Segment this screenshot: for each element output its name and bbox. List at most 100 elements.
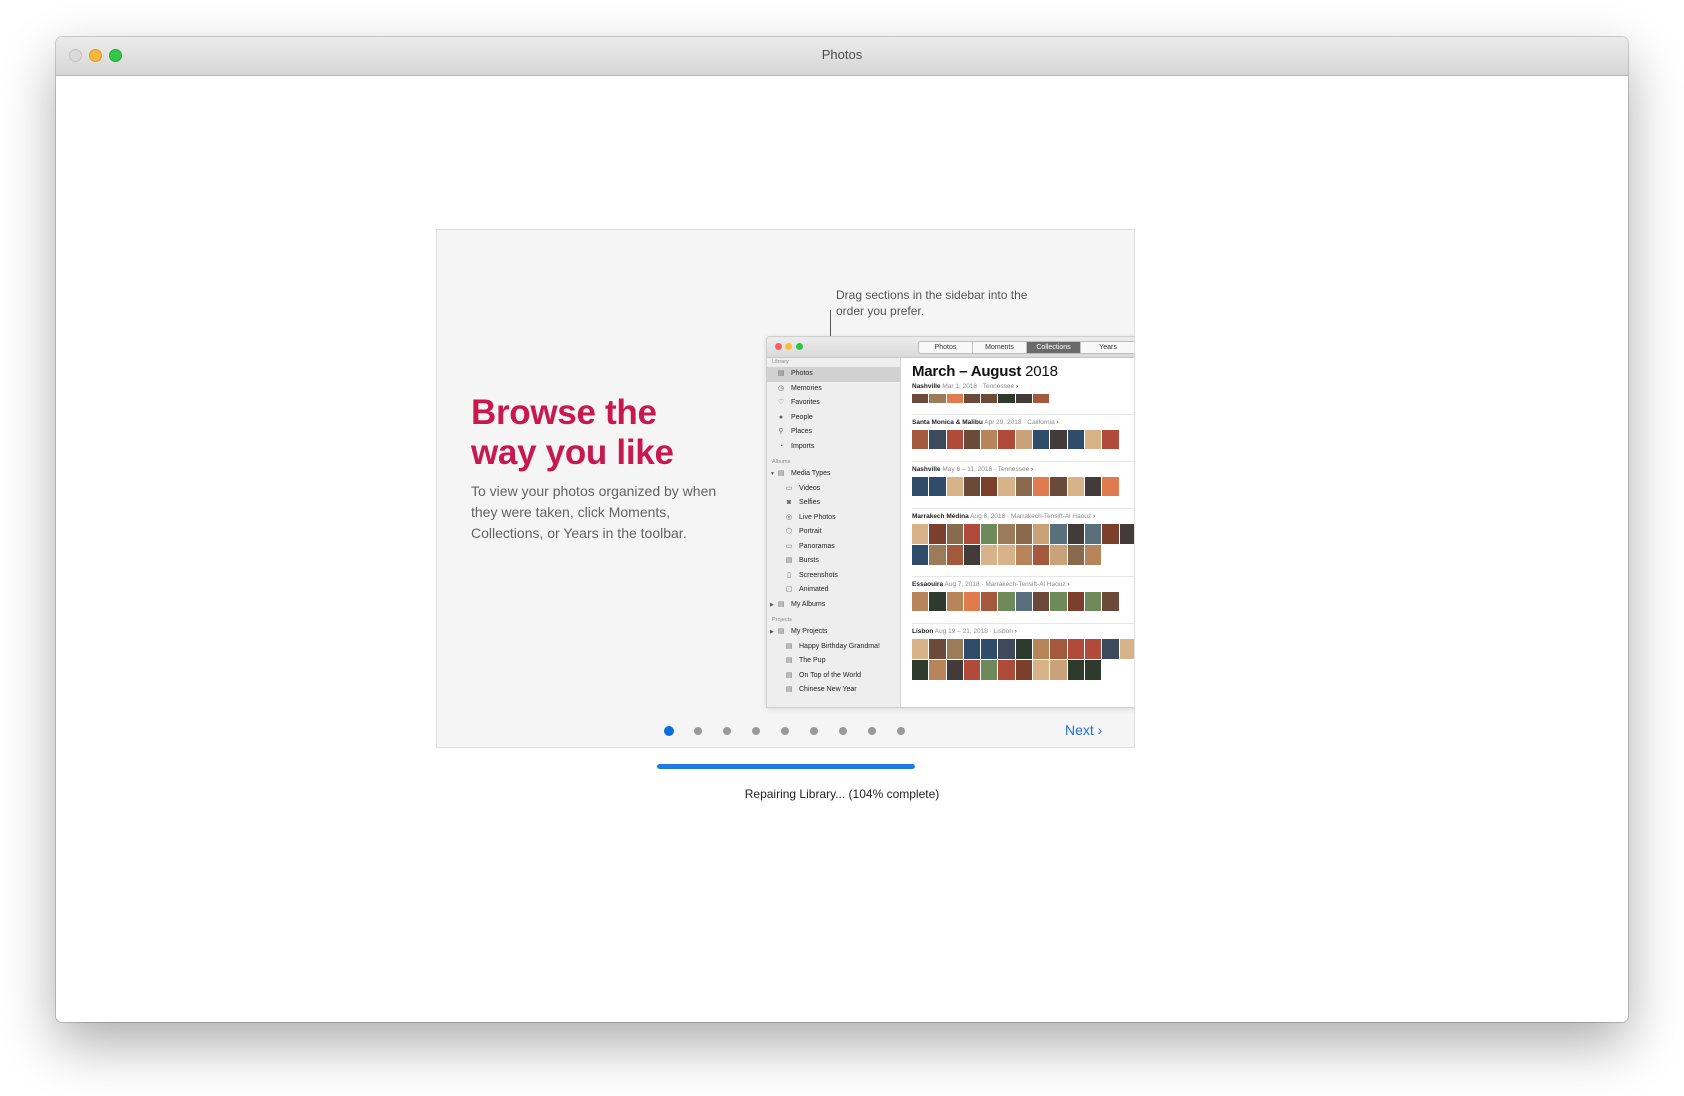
photo-thumbnail [1102, 477, 1119, 496]
illustration-sidebar-item: ▤ On Top of the World [767, 669, 900, 684]
photo-thumbnail [929, 430, 946, 449]
live-photo-icon: ◎ [785, 513, 793, 521]
photo-thumbnail [963, 545, 981, 565]
onboarding-description: To view your photos organized by when th… [471, 483, 717, 541]
photo-thumbnail [1050, 430, 1067, 449]
photo-thumbnail [946, 545, 963, 565]
illustration-sidebar-label: Animated [799, 586, 829, 593]
moment-name: Nashville [912, 466, 941, 473]
moment-section: Lisbon Aug 19 – 21, 2018 · Lisbon › [912, 627, 1134, 680]
moment-date: Mar 1, 2018 · [940, 383, 983, 390]
page-dot[interactable] [868, 727, 876, 735]
photo-thumbnail [929, 545, 946, 565]
chevron-right-icon: › [1056, 419, 1059, 426]
bursts-icon: ▤ [785, 557, 793, 564]
illustration-sidebar-label: Portrait [799, 528, 822, 535]
moment-section: Essaouira Aug 7, 2018 · Marrakech-Tensif… [912, 580, 1134, 611]
illustration-sidebar-item: ▤ Chinese New Year [767, 683, 900, 698]
photo-strip [912, 592, 1134, 611]
photo-thumbnail [929, 394, 946, 403]
page-dot[interactable] [664, 726, 674, 736]
page-dot[interactable] [897, 727, 905, 735]
illustration-sidebar-label: Happy Birthday Grandma! [799, 642, 880, 650]
illustration-view-tabs: Photos Moments Collections Years [918, 341, 1134, 354]
disclosure-right-icon: ▶ [770, 601, 774, 608]
illustration-sidebar-label: Photos [791, 370, 813, 377]
illustration-minimize-dot [785, 343, 792, 350]
illustration-sidebar-item: ▭ Panoramas [767, 540, 900, 555]
photo-thumbnail [1015, 430, 1033, 449]
disclosure-right-icon: ▶ [770, 629, 774, 635]
moment-header: Santa Monica & Malibu Apr 29, 2018 · Cal… [912, 418, 1134, 428]
photo-thumbnail [1067, 639, 1084, 659]
photo-thumbnail [1102, 430, 1119, 449]
repair-progress-text: Repairing Library... (104% complete) [744, 787, 940, 801]
illustration-sidebar-label: Bursts [799, 557, 819, 564]
page-dot[interactable] [752, 727, 760, 735]
illustration-sidebar-item: ▯ Screenshots [767, 569, 900, 584]
photo-thumbnail [1050, 477, 1067, 496]
photos-app-illustration: Photos Moments Collections Years Library ▤ Ph… [766, 336, 1134, 708]
photo-thumbnail [1033, 524, 1050, 544]
screenshot-icon: ▯ [787, 571, 791, 579]
photo-thumbnail [929, 639, 946, 659]
moment-place: California [1027, 419, 1057, 426]
moment-section: Nashville Mar 1, 2018 · Tennessee › [912, 382, 1134, 403]
photo-thumbnail [1050, 524, 1067, 544]
next-button[interactable]: Next › [1065, 722, 1102, 738]
illustration-sidebar-heading: Library [772, 359, 789, 365]
photo-thumbnail [929, 524, 946, 544]
cube-icon: ⬡ [785, 528, 793, 535]
illustration-sidebar-item: ▼ ▤ Media Types [767, 467, 900, 482]
photo-thumbnail [981, 477, 998, 496]
memories-icon: ◷ [777, 384, 785, 392]
pin-icon: ⚲ [778, 428, 784, 435]
onboarding-card: Browse the way you like To view your pho… [436, 229, 1135, 748]
moment-place: Marrakech-Tensift-Al Haouz [985, 581, 1068, 588]
illustration-heading-year: 2018 [1025, 363, 1058, 380]
panorama-icon: ▭ [785, 542, 793, 550]
photo-thumbnail [1033, 477, 1050, 496]
photo-thumbnail [1033, 660, 1050, 680]
photo-thumbnail [981, 545, 998, 565]
camera-icon: ◙ [786, 499, 792, 506]
project-icon: ▤ [785, 657, 793, 664]
photo-thumbnail [929, 477, 946, 496]
illustration-sidebar-item: ▭ Videos [767, 482, 900, 497]
photo-thumbnail [1033, 545, 1050, 565]
illustration-sidebar: Library ▤ Photos ◷ Memories ♡ Favorites ● People… [767, 358, 901, 707]
photo-thumbnail [1084, 430, 1102, 449]
photo-thumbnail [912, 394, 929, 403]
moment-header: Nashville May 6 – 11, 2018 · Tennessee › [912, 465, 1134, 475]
illustration-sidebar-item: ◷ Memories [767, 382, 900, 397]
moment-date: Aug 7, 2018 · [943, 581, 986, 588]
photo-thumbnail [1015, 477, 1033, 496]
photo-thumbnail [1033, 639, 1050, 659]
photo-thumbnail [998, 545, 1015, 565]
illustration-titlebar: Photos Moments Collections Years [767, 337, 1134, 358]
page-dot[interactable] [694, 727, 702, 735]
moment-place: Lisbon [993, 628, 1015, 635]
page-dot[interactable] [723, 727, 731, 735]
photo-thumbnail [1015, 524, 1033, 544]
photo-thumbnail [946, 430, 963, 449]
photo-thumbnail [1015, 394, 1033, 403]
title-bar[interactable]: Photos [56, 37, 1628, 76]
page-dot[interactable] [839, 727, 847, 735]
page-dot[interactable] [781, 727, 789, 735]
photo-thumbnail [1067, 524, 1084, 544]
moment-name: Nashville [912, 383, 941, 390]
illustration-sidebar-label: The Pup [799, 657, 826, 664]
animated-icon: ▢ [785, 586, 793, 593]
illustration-sidebar-label: Media Types [791, 470, 831, 477]
page-dot[interactable] [810, 727, 818, 735]
disclosure-down-icon: ▼ [770, 471, 775, 477]
moment-header: Essaouira Aug 7, 2018 · Marrakech-Tensif… [912, 580, 1134, 590]
illustration-tab-collections: Collections [1027, 342, 1081, 353]
photo-thumbnail [1084, 660, 1102, 680]
photo-thumbnail [946, 524, 963, 544]
moment-section: Santa Monica & Malibu Apr 29, 2018 · Cal… [912, 418, 1134, 449]
photo-thumbnail [1067, 430, 1084, 449]
illustration-sidebar-label: Places [791, 428, 813, 435]
illustration-sidebar-item: ▶ ▤ My Projects [767, 625, 900, 640]
